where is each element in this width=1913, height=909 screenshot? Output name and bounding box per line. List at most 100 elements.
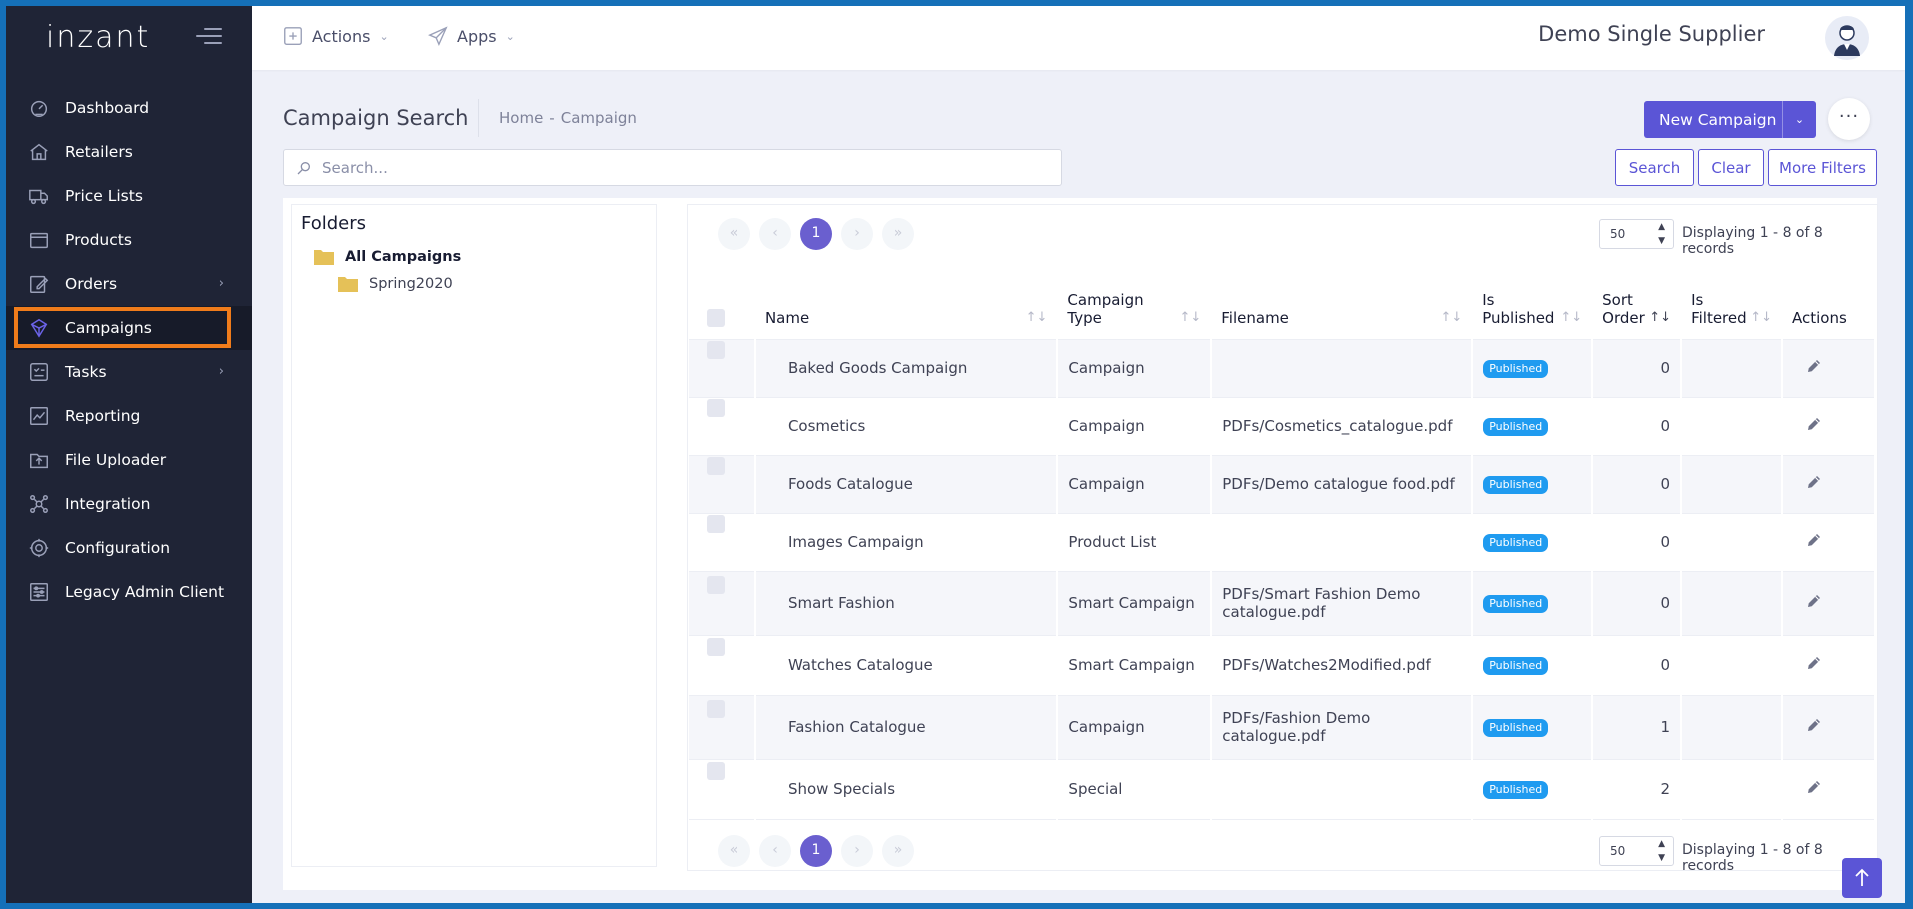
select-all-checkbox[interactable]: [707, 308, 725, 327]
sort-icon[interactable]: ↑↓: [1440, 310, 1462, 325]
sidebar-nav: Dashboard Retailers Price Lists Products…: [6, 86, 252, 614]
home-icon: [28, 141, 50, 163]
column-is-published[interactable]: Is Published ↑↓: [1472, 271, 1593, 340]
chevron-down-icon[interactable]: ⌄: [1783, 113, 1816, 126]
edit-pencil-icon[interactable]: [1805, 531, 1823, 549]
sort-icon[interactable]: ↑↓: [1179, 310, 1201, 325]
folder-spring2020[interactable]: Spring2020: [338, 275, 453, 292]
sidebar-item-file-uploader[interactable]: File Uploader: [6, 438, 252, 482]
cell-name[interactable]: Baked Goods Campaign: [754, 339, 1059, 398]
page-number-button[interactable]: 1: [800, 835, 832, 867]
column-filename[interactable]: Filename ↑↓: [1211, 271, 1473, 340]
first-page-button[interactable]: «: [718, 218, 750, 250]
cell-filename: PDFs/Demo catalogue food.pdf: [1211, 455, 1474, 514]
table-row[interactable]: Smart Fashion Smart Campaign PDFs/Smart Fa…: [689, 571, 1876, 636]
cell-filtered: [1681, 635, 1783, 696]
sidebar-item-configuration[interactable]: Configuration: [6, 526, 252, 570]
edit-pencil-icon[interactable]: [1805, 654, 1823, 672]
table-row[interactable]: Foods Catalogue Campaign PDFs/Demo catalog…: [689, 455, 1876, 514]
cell-sort-order: 0: [1592, 513, 1683, 572]
app-logo[interactable]: inzant: [46, 20, 150, 55]
row-checkbox[interactable]: [707, 341, 725, 359]
table-row[interactable]: Fashion Catalogue Campaign PDFs/Fashion De…: [689, 695, 1876, 760]
cell-filename: PDFs/Fashion Demo catalogue.pdf: [1211, 695, 1474, 760]
column-campaign-type[interactable]: Campaign Type ↑↓: [1057, 271, 1212, 340]
column-is-filtered[interactable]: Is Filtered ↑↓: [1681, 271, 1782, 340]
sidebar-item-products[interactable]: Products: [6, 218, 252, 262]
page-number-button[interactable]: 1: [800, 218, 832, 250]
search-button[interactable]: Search: [1615, 149, 1694, 186]
scroll-to-top-button[interactable]: [1842, 858, 1882, 898]
clear-button[interactable]: Clear: [1698, 149, 1764, 186]
next-page-button[interactable]: ›: [841, 835, 873, 867]
sidebar-item-campaigns[interactable]: Campaigns: [6, 306, 252, 350]
per-page-value: 50: [1610, 227, 1626, 241]
sidebar-item-integration[interactable]: Integration: [6, 482, 252, 526]
table-row[interactable]: Watches Catalogue Smart Campaign PDFs/Watc…: [689, 635, 1876, 696]
cell-name[interactable]: Cosmetics: [754, 397, 1059, 456]
edit-pencil-icon[interactable]: [1805, 778, 1823, 796]
prev-page-button[interactable]: ‹: [759, 835, 791, 867]
select-all-header: [689, 271, 755, 340]
cell-actions: [1782, 571, 1876, 636]
prev-page-button[interactable]: ‹: [759, 218, 791, 250]
edit-pencil-icon[interactable]: [1805, 592, 1823, 610]
next-page-button[interactable]: ›: [841, 218, 873, 250]
row-checkbox[interactable]: [707, 700, 725, 718]
sidebar-item-price-lists[interactable]: Price Lists: [6, 174, 252, 218]
column-sort-order[interactable]: Sort Order ↑↓: [1592, 271, 1682, 340]
cell-name[interactable]: Fashion Catalogue: [754, 695, 1059, 760]
row-checkbox[interactable]: [707, 762, 725, 780]
sidebar-item-legacy-admin[interactable]: Legacy Admin Client: [6, 570, 252, 614]
breadcrumb-campaign[interactable]: Campaign: [561, 109, 637, 127]
per-page-select[interactable]: 50 ▲ ▼: [1599, 836, 1674, 866]
column-name[interactable]: Name ↑↓: [754, 271, 1058, 340]
last-page-button[interactable]: »: [882, 218, 914, 250]
row-checkbox[interactable]: [707, 399, 725, 417]
per-page-select[interactable]: 50 ▲ ▼: [1599, 219, 1674, 249]
sidebar-item-dashboard[interactable]: Dashboard: [6, 86, 252, 130]
cell-name[interactable]: Watches Catalogue: [754, 635, 1059, 696]
sort-asc-icon[interactable]: ↑↓: [1649, 310, 1671, 325]
row-checkbox[interactable]: [707, 457, 725, 475]
menu-toggle-icon[interactable]: [196, 28, 222, 46]
more-options-button[interactable]: ···: [1828, 98, 1870, 140]
cell-name[interactable]: Images Campaign: [754, 513, 1059, 572]
cell-published: Published: [1472, 635, 1594, 696]
avatar[interactable]: [1825, 16, 1869, 60]
folder-all-campaigns[interactable]: All Campaigns: [314, 248, 461, 265]
sidebar-item-reporting[interactable]: Reporting: [6, 394, 252, 438]
search-input[interactable]: [322, 158, 1022, 177]
table-row[interactable]: Baked Goods Campaign Campaign Published 0: [689, 339, 1876, 398]
cell-type: Special: [1057, 759, 1213, 820]
sort-icon[interactable]: ↑↓: [1750, 310, 1772, 325]
sort-icon[interactable]: ↑↓: [1560, 310, 1582, 325]
edit-pencil-icon[interactable]: [1805, 415, 1823, 433]
edit-pencil-icon[interactable]: [1805, 357, 1823, 375]
apps-menu[interactable]: Apps ⌄: [427, 25, 515, 47]
sort-icon[interactable]: ↑↓: [1026, 310, 1048, 325]
sidebar-item-retailers[interactable]: Retailers: [6, 130, 252, 174]
breadcrumb-home[interactable]: Home: [499, 109, 543, 127]
more-filters-button[interactable]: More Filters: [1768, 149, 1877, 186]
first-page-button[interactable]: «: [718, 835, 750, 867]
actions-menu[interactable]: Actions ⌄: [282, 25, 389, 47]
cell-filtered: [1681, 397, 1783, 456]
sidebar-item-orders[interactable]: Orders ›: [6, 262, 252, 306]
table-row[interactable]: Show Specials Special Published 2: [689, 759, 1876, 820]
row-checkbox[interactable]: [707, 576, 725, 594]
table-row[interactable]: Cosmetics Campaign PDFs/Cosmetics_catalogu…: [689, 397, 1876, 456]
edit-pencil-icon[interactable]: [1805, 716, 1823, 734]
table-row[interactable]: Images Campaign Product List Published 0: [689, 513, 1876, 572]
new-campaign-button[interactable]: New Campaign ⌄: [1644, 101, 1816, 138]
last-page-button[interactable]: »: [882, 835, 914, 867]
row-checkbox[interactable]: [707, 638, 725, 656]
row-checkbox[interactable]: [707, 515, 725, 533]
sidebar-item-tasks[interactable]: Tasks ›: [6, 350, 252, 394]
cell-name[interactable]: Foods Catalogue: [754, 455, 1059, 514]
cell-name[interactable]: Show Specials: [754, 759, 1059, 820]
user-name[interactable]: Demo Single Supplier: [1538, 22, 1765, 46]
cell-actions: [1782, 759, 1876, 820]
cell-name[interactable]: Smart Fashion: [754, 571, 1059, 636]
edit-pencil-icon[interactable]: [1805, 473, 1823, 491]
